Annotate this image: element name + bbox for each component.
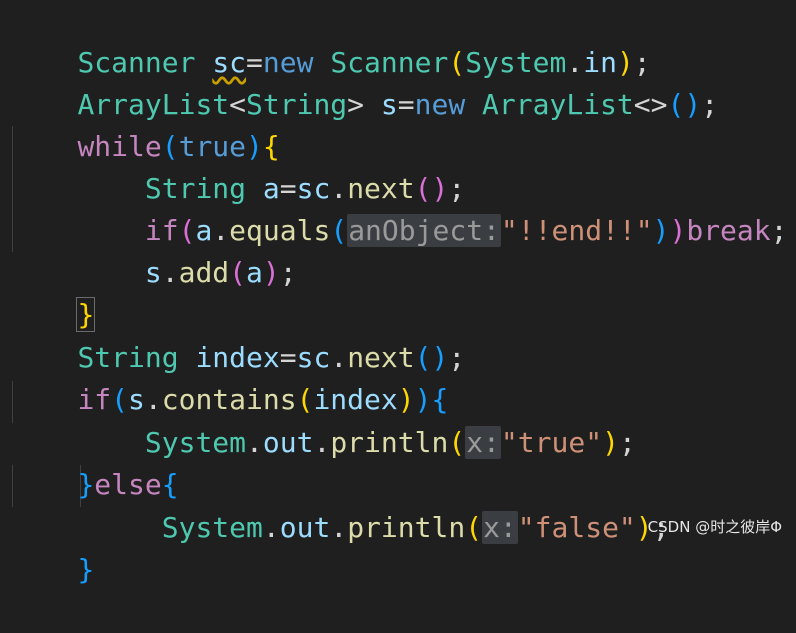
code-token: = <box>397 88 415 121</box>
code-token: out <box>279 511 331 544</box>
code-token: out <box>262 426 314 459</box>
watermark-text: CSDN @时之彼岸Φ <box>647 518 782 536</box>
code-line[interactable]: ArrayList<String> s=new ArrayList<>(); <box>10 42 718 121</box>
code-token: println <box>330 426 449 459</box>
code-token: . <box>161 256 179 289</box>
code-token: break <box>686 214 771 247</box>
code-token: ) <box>602 426 619 459</box>
inlay-hint: x: <box>465 426 501 459</box>
code-token: ) <box>652 214 670 247</box>
code-line[interactable]: Scanner sc=new Scanner(System.in); <box>10 0 650 79</box>
code-token: println <box>347 511 466 544</box>
code-token: } <box>77 553 95 586</box>
code-token: "!!end!!" <box>500 214 653 247</box>
code-token: ) <box>669 214 687 247</box>
code-token: ; <box>701 88 719 121</box>
inlay-hint: anObject: <box>347 214 501 247</box>
code-line[interactable]: } <box>10 252 96 332</box>
code-line[interactable]: } <box>10 507 94 586</box>
code-line[interactable]: String a=sc.next(); <box>10 126 465 205</box>
code-line[interactable]: String index=sc.next(); <box>10 295 465 374</box>
code-token: System <box>161 511 263 544</box>
code-line[interactable]: System.out.println(x:"true"); <box>10 380 636 459</box>
code-token: "false" <box>517 511 636 544</box>
code-token: s <box>144 256 162 289</box>
code-line[interactable]: System.out.println(x:"false"); <box>10 465 670 544</box>
code-token: s <box>380 88 398 121</box>
code-token: ( <box>448 426 466 459</box>
code-token: () <box>667 88 702 121</box>
code-token: ( <box>229 256 247 289</box>
code-token: "true" <box>500 426 603 459</box>
code-line[interactable]: }else{ <box>10 422 178 501</box>
code-token: . <box>313 426 331 459</box>
code-token: ( <box>465 511 483 544</box>
code-token: > <box>347 88 365 121</box>
code-token: ) <box>262 256 280 289</box>
code-token: ; <box>770 214 788 247</box>
code-line[interactable]: s.add(a); <box>10 210 297 289</box>
code-token: ; <box>618 426 636 459</box>
code-token: add <box>178 256 230 289</box>
code-token: . <box>330 511 348 544</box>
code-token: . <box>246 426 263 459</box>
code-token: new <box>414 88 466 121</box>
code-token: ; <box>448 341 466 374</box>
code-token: ( <box>330 214 348 247</box>
inlay-hint: x: <box>482 511 518 544</box>
code-token: ; <box>279 256 297 289</box>
code-token: ArrayList <box>482 88 634 121</box>
code-line[interactable]: while(true){ <box>10 84 279 163</box>
code-token: <> <box>633 88 668 121</box>
code-token: a <box>246 256 263 289</box>
code-token: . <box>262 511 280 544</box>
code-line[interactable]: if(a.equals(anObject:"!!end!!"))break; <box>10 168 788 247</box>
code-line[interactable]: if(s.contains(index)){ <box>10 337 448 416</box>
code-editor[interactable]: Scanner sc=new Scanner(System.in); Array… <box>0 0 796 586</box>
